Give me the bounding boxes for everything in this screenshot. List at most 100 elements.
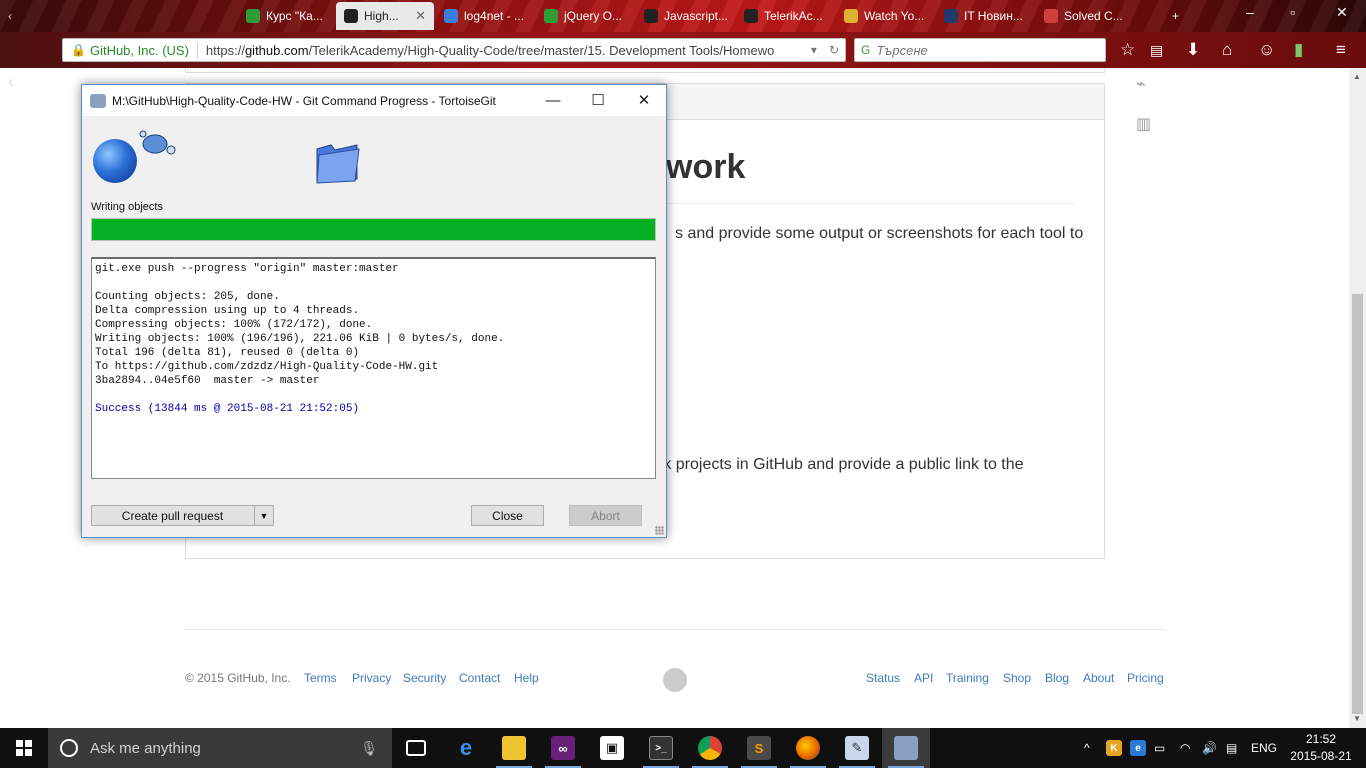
home-icon[interactable]: ⌂ bbox=[1222, 40, 1232, 60]
smiley-icon[interactable]: ☺ bbox=[1258, 40, 1275, 60]
extension-icon[interactable]: ▮ bbox=[1294, 40, 1303, 60]
dialog-minimize-icon[interactable]: — bbox=[530, 85, 576, 115]
dialog-maximize-icon[interactable]: ☐ bbox=[575, 85, 621, 115]
start-button[interactable] bbox=[0, 728, 48, 768]
site-identity[interactable]: GitHub, Inc. (US) bbox=[90, 43, 189, 58]
minimize-icon[interactable]: – bbox=[1246, 4, 1254, 20]
output-log[interactable]: git.exe push --progress "origin" master:… bbox=[91, 257, 656, 479]
bookmarks-icon[interactable]: ▦ bbox=[38, 72, 50, 92]
restore-icon[interactable]: ▫ bbox=[1290, 4, 1295, 20]
tray-app-icon-k[interactable]: K bbox=[1106, 728, 1122, 768]
footer-link[interactable]: Status bbox=[866, 671, 900, 685]
tab-label: High... bbox=[364, 9, 399, 23]
taskbar-visual-studio[interactable]: ∞ bbox=[539, 728, 587, 768]
footer-link[interactable]: About bbox=[1083, 671, 1114, 685]
footer-link[interactable]: Security bbox=[403, 671, 446, 685]
footer-link[interactable]: Blog bbox=[1045, 671, 1069, 685]
tray-show-hidden-icon[interactable]: ^ bbox=[1084, 728, 1090, 768]
menu-icon[interactable]: ≡ bbox=[1336, 40, 1346, 60]
reading-list-icon[interactable]: ▤ bbox=[1150, 40, 1163, 60]
download-icon[interactable]: ⬇ bbox=[1186, 40, 1200, 60]
tray-app-icon-e[interactable]: e bbox=[1130, 728, 1146, 768]
back-arrow-icon[interactable]: ‹ bbox=[8, 9, 12, 23]
url-text[interactable]: https://github.com/TelerikAcademy/High-Q… bbox=[206, 43, 805, 58]
reload-icon[interactable]: ↻ bbox=[829, 43, 839, 57]
tab-private[interactable]: ‹ bbox=[0, 2, 238, 30]
dropdown-arrow-icon[interactable]: ▼ bbox=[254, 506, 273, 525]
footer-link[interactable]: Privacy bbox=[352, 671, 391, 685]
close-window-icon[interactable]: ✕ bbox=[1336, 4, 1348, 21]
browser-tab-strip: ‹ Курс "Ка... High... ✕ log4net - ... jQuery… bbox=[0, 0, 1366, 32]
pulse-icon[interactable]: ⌁ bbox=[1136, 74, 1146, 94]
clock-time: 21:52 bbox=[1305, 732, 1337, 746]
system-clock[interactable]: 21:52 2015-08-21 bbox=[1288, 731, 1354, 765]
browser-tab[interactable]: log4net - ... bbox=[436, 2, 534, 30]
footer-link[interactable]: Shop bbox=[1003, 671, 1031, 685]
taskbar-chrome[interactable] bbox=[686, 728, 734, 768]
footer-link[interactable]: API bbox=[914, 671, 933, 685]
scroll-thumb[interactable] bbox=[1352, 294, 1363, 714]
github-logo-icon[interactable] bbox=[663, 668, 687, 692]
wifi-icon[interactable]: ◠ bbox=[1180, 728, 1190, 768]
scroll-down-icon[interactable]: ▼ bbox=[1353, 714, 1361, 723]
address-bar[interactable]: 🔒 GitHub, Inc. (US) https://github.com/T… bbox=[62, 38, 846, 62]
page-scrollbar[interactable]: ▲ ▼ bbox=[1349, 68, 1366, 728]
footer-link[interactable]: Pricing bbox=[1127, 671, 1164, 685]
browser-tab[interactable]: Javascript... bbox=[636, 2, 734, 30]
back-icon[interactable]: ‹ bbox=[8, 72, 14, 92]
tab-favicon-icon bbox=[444, 9, 458, 23]
footer-rule bbox=[185, 629, 1165, 630]
browser-tab[interactable]: Курс "Ка... bbox=[238, 2, 336, 30]
footer-link[interactable]: Help bbox=[514, 671, 539, 685]
browser-tab[interactable]: High... ✕ bbox=[336, 2, 434, 30]
browser-tab[interactable]: TelerikAc... bbox=[736, 2, 834, 30]
tab-close-icon[interactable]: ✕ bbox=[415, 8, 426, 24]
taskbar-edge[interactable]: e bbox=[442, 728, 490, 768]
create-pull-request-button[interactable]: Create pull request ▼ bbox=[91, 505, 274, 526]
browser-tab[interactable]: IT Новин... bbox=[936, 2, 1034, 30]
tab-favicon-icon bbox=[944, 9, 958, 23]
progress-bar bbox=[91, 218, 656, 241]
taskbar-sublime[interactable]: S bbox=[735, 728, 783, 768]
star-icon[interactable]: ☆ bbox=[1120, 40, 1135, 60]
git-progress-dialog: M:\GitHub\High-Quality-Code-HW - Git Com… bbox=[81, 84, 667, 538]
language-indicator[interactable]: ENG bbox=[1251, 728, 1277, 768]
action-center-icon[interactable]: ▤ bbox=[1226, 728, 1237, 768]
graphs-icon[interactable]: ▥ bbox=[1136, 114, 1151, 134]
abort-button: Abort bbox=[569, 505, 642, 526]
taskbar-explorer[interactable] bbox=[490, 728, 538, 768]
browser-tab[interactable]: Solved C... bbox=[1036, 2, 1134, 30]
scroll-up-icon[interactable]: ▲ bbox=[1353, 72, 1361, 81]
readme-text-2: rk projects in GitHub and provide a publ… bbox=[658, 456, 1024, 473]
footer-link[interactable]: Terms bbox=[304, 671, 337, 685]
log-line: Delta compression using up to 4 threads. bbox=[95, 305, 360, 317]
footer-link[interactable]: Contact bbox=[459, 671, 500, 685]
taskbar-paint[interactable]: ✎ bbox=[833, 728, 881, 768]
taskbar-firefox[interactable] bbox=[784, 728, 832, 768]
sublime-icon: S bbox=[747, 736, 771, 760]
tab-favicon-icon bbox=[344, 9, 358, 23]
windows-logo-icon bbox=[16, 740, 32, 756]
browser-tab[interactable]: Watch Yo... bbox=[836, 2, 934, 30]
task-view-button[interactable] bbox=[392, 728, 440, 768]
microphone-icon[interactable]: 🎙 bbox=[360, 740, 378, 757]
volume-icon[interactable]: 🔊 bbox=[1202, 728, 1217, 768]
footer-link[interactable]: Training bbox=[946, 671, 989, 685]
browser-tab[interactable]: jQuery O... bbox=[536, 2, 634, 30]
dialog-close-icon[interactable]: ✕ bbox=[621, 85, 667, 115]
search-engine-icon[interactable]: G bbox=[861, 43, 870, 57]
taskbar-console[interactable]: >_ bbox=[637, 728, 685, 768]
cortana-icon bbox=[60, 739, 78, 757]
taskbar-tortoisegit[interactable] bbox=[882, 728, 930, 768]
close-button[interactable]: Close bbox=[471, 505, 544, 526]
battery-icon[interactable]: ▭ bbox=[1154, 728, 1165, 768]
new-tab-button[interactable]: + bbox=[1164, 2, 1186, 30]
footer-copyright: © 2015 GitHub, Inc. bbox=[185, 671, 291, 685]
taskbar-store[interactable]: ▣ bbox=[588, 728, 636, 768]
tab-label: jQuery O... bbox=[564, 9, 623, 23]
dropdown-arrow-icon[interactable]: ▾ bbox=[811, 43, 817, 57]
search-input[interactable] bbox=[874, 41, 1085, 59]
resize-grip[interactable] bbox=[655, 526, 664, 535]
cortana-search[interactable]: Ask me anything 🎙 bbox=[48, 728, 392, 768]
search-box[interactable]: G bbox=[854, 38, 1106, 62]
